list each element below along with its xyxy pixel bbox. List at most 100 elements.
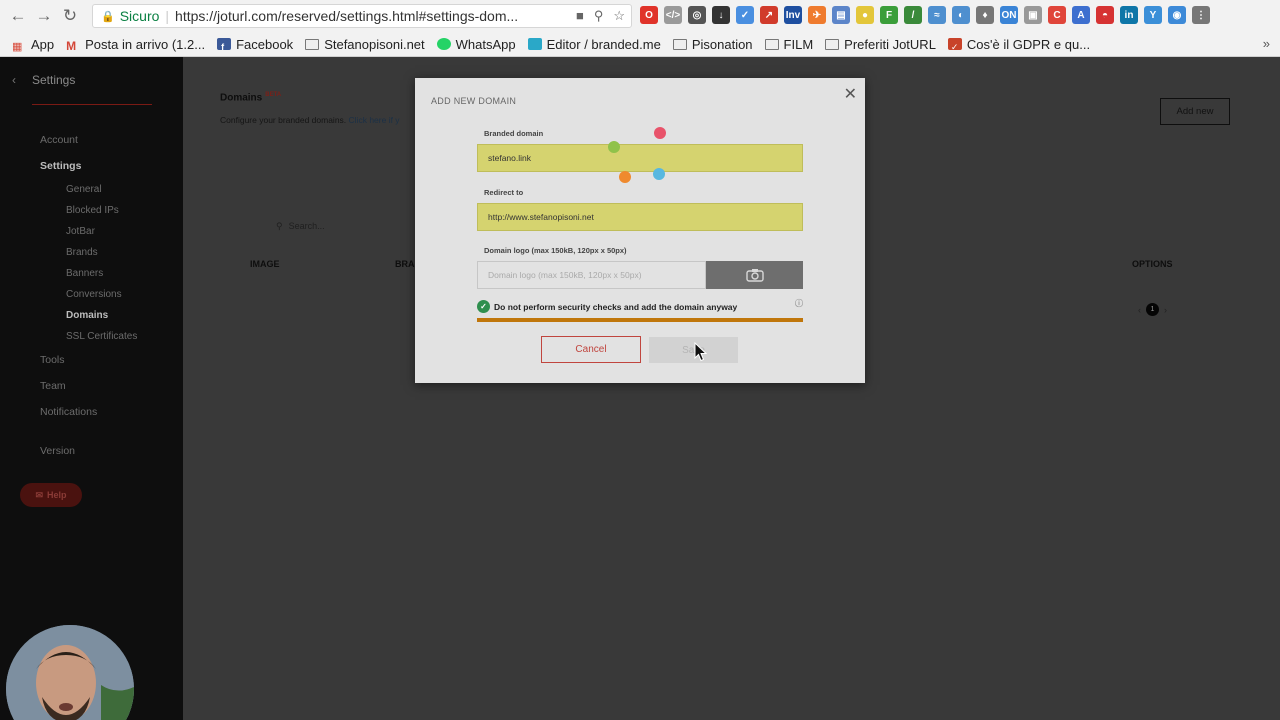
ext-icon[interactable]: ◎ [688, 6, 706, 24]
column-header-brand: BRA [395, 259, 415, 269]
on-icon[interactable]: ON [1000, 6, 1018, 24]
ext-icon[interactable]: ✈ [808, 6, 826, 24]
ext-icon[interactable]: F [880, 6, 898, 24]
loading-dot [653, 168, 665, 180]
description-link[interactable]: Click here if y [349, 115, 400, 125]
opera-icon[interactable]: O [640, 6, 658, 24]
loading-dot [608, 141, 620, 153]
chevron-left-icon[interactable]: ‹ [1138, 305, 1141, 315]
bookmark-item[interactable]: ✓ Cos'è il GDPR e qu... [947, 37, 1090, 52]
pagination: ‹ 1 › [1138, 303, 1167, 316]
ext-icon[interactable]: ▣ [1024, 6, 1042, 24]
ext-icon[interactable]: ≈ [928, 6, 946, 24]
bookmark-item[interactable]: Stefanopisoni.net [305, 36, 425, 52]
url-text[interactable]: https://joturl.com/reserved/settings.htm… [175, 8, 545, 24]
branded-domain-value: stefano.link [488, 153, 531, 163]
checkmark-icon: ✓ [947, 38, 962, 52]
ext-icon[interactable]: / [904, 6, 922, 24]
sidebar-item-team[interactable]: Team [40, 380, 66, 392]
info-icon[interactable]: ⓘ [795, 298, 803, 309]
forward-arrow-icon[interactable]: → [31, 0, 57, 32]
sidebar-item-blocked-ips[interactable]: Blocked IPs [66, 205, 119, 216]
redirect-field[interactable]: http://www.stefanopisoni.net [477, 203, 803, 231]
omnibox-icons: ■ ⚲ ☆ [576, 8, 625, 24]
column-header-image: IMAGE [250, 259, 280, 269]
bookmark-item[interactable]: Preferiti JotURL [825, 37, 936, 52]
sidebar-item-general[interactable]: General [66, 184, 102, 195]
sidebar-item-version[interactable]: Version [40, 445, 75, 457]
security-check-option[interactable]: ✓ Do not perform security checks and add… [477, 298, 803, 313]
ext-icon[interactable]: ✓ [736, 6, 754, 24]
bookmarks-more-icon[interactable]: » [1263, 36, 1270, 51]
sidebar-item-banners[interactable]: Banners [66, 268, 103, 279]
camera-icon[interactable]: ■ [576, 8, 584, 24]
bookmark-item[interactable]: f Facebook [217, 37, 293, 52]
folder-icon [825, 38, 840, 50]
logo-placeholder: Domain logo (max 150kB, 120px x 50px) [488, 270, 642, 280]
chevron-right-icon[interactable]: › [1164, 305, 1167, 315]
bulb-icon[interactable]: ♦ [976, 6, 994, 24]
pokeball-icon[interactable]: ◓ [1096, 6, 1114, 24]
description-text: Configure your branded domains. [220, 115, 347, 125]
chevron-left-icon[interactable]: ‹ [12, 73, 16, 87]
sidebar-item-account[interactable]: Account [40, 134, 78, 146]
sidebar-item-domains[interactable]: Domains [66, 310, 108, 321]
bookmark-label: Preferiti JotURL [844, 36, 936, 52]
cancel-button[interactable]: Cancel [541, 336, 641, 363]
search-placeholder: Search... [288, 221, 325, 231]
page-description: Configure your branded domains. Click he… [220, 115, 400, 125]
help-button[interactable]: ✉ Help [20, 483, 82, 507]
bookmark-item[interactable]: Pisonation [672, 37, 753, 52]
sidebar-item-tools[interactable]: Tools [40, 354, 65, 366]
bookmark-label: Editor / branded.me [546, 36, 661, 52]
lock-icon: 🔒 [101, 10, 115, 23]
zoom-icon[interactable]: ⚲ [594, 8, 604, 24]
ext-icon[interactable]: ◉ [1168, 6, 1186, 24]
back-arrow-icon[interactable]: ← [5, 0, 31, 32]
ext-icon[interactable]: C [1048, 6, 1066, 24]
bookmark-item[interactable]: Editor / branded.me [527, 36, 661, 52]
branded-domain-field[interactable]: stefano.link [477, 144, 803, 172]
checkmark-icon[interactable]: ✓ [477, 300, 490, 313]
sidebar-item-jotbar[interactable]: JotBar [66, 226, 95, 237]
close-icon[interactable]: ✕ [844, 84, 857, 104]
upload-logo-button[interactable] [706, 261, 803, 289]
code-icon[interactable]: </> [664, 6, 682, 24]
bookmark-label: WhatsApp [455, 36, 516, 52]
download-icon[interactable]: ↓ [712, 6, 730, 24]
bookmark-item[interactable]: M Posta in arrivo (1.2... [66, 37, 205, 54]
ext-icon[interactable]: ◐ [952, 6, 970, 24]
page-title: Domains BETA [220, 92, 281, 103]
redirect-value: http://www.stefanopisoni.net [488, 212, 594, 222]
sidebar-item-settings[interactable]: Settings [40, 160, 81, 172]
ext-icon[interactable]: A [1072, 6, 1090, 24]
address-bar[interactable]: 🔒 Sicuro | https://joturl.com/reserved/s… [92, 4, 632, 28]
reload-icon[interactable]: ↻ [57, 0, 83, 32]
ext-icon[interactable]: ● [856, 6, 874, 24]
bookmarks-bar: ▦ App M Posta in arrivo (1.2... f Facebook Ste… [0, 32, 1280, 57]
bookmark-item[interactable]: WhatsApp [436, 36, 516, 52]
search-input[interactable]: ⚲ Search... [276, 221, 325, 232]
ext-icon[interactable]: Y [1144, 6, 1162, 24]
linkedin-icon[interactable]: in [1120, 6, 1138, 24]
bookmark-label: Stefanopisoni.net [324, 36, 425, 52]
ext-icon[interactable]: ▤ [832, 6, 850, 24]
loading-dot [619, 171, 631, 183]
star-icon[interactable]: ☆ [613, 8, 625, 24]
bookmark-item[interactable]: FILM [764, 37, 813, 52]
page-number[interactable]: 1 [1146, 303, 1159, 316]
bookmark-item[interactable]: ▦ App [12, 37, 54, 54]
redirect-label: Redirect to [484, 188, 524, 197]
sidebar-item-brands[interactable]: Brands [66, 247, 98, 258]
page-title-text: Domains [220, 92, 263, 104]
separator: | [165, 8, 170, 24]
sidebar-item-conversions[interactable]: Conversions [66, 289, 122, 300]
sidebar-item-ssl-certificates[interactable]: SSL Certificates [66, 331, 137, 342]
sidebar-item-notifications[interactable]: Notifications [40, 406, 97, 418]
sidebar-title: Settings [32, 73, 76, 87]
inv-icon[interactable]: Inv [784, 6, 802, 24]
ext-icon[interactable]: ↗ [760, 6, 778, 24]
logo-field[interactable]: Domain logo (max 150kB, 120px x 50px) [477, 261, 706, 289]
add-new-button[interactable]: Add new [1160, 98, 1230, 125]
menu-icon[interactable]: ⋮ [1192, 6, 1210, 24]
